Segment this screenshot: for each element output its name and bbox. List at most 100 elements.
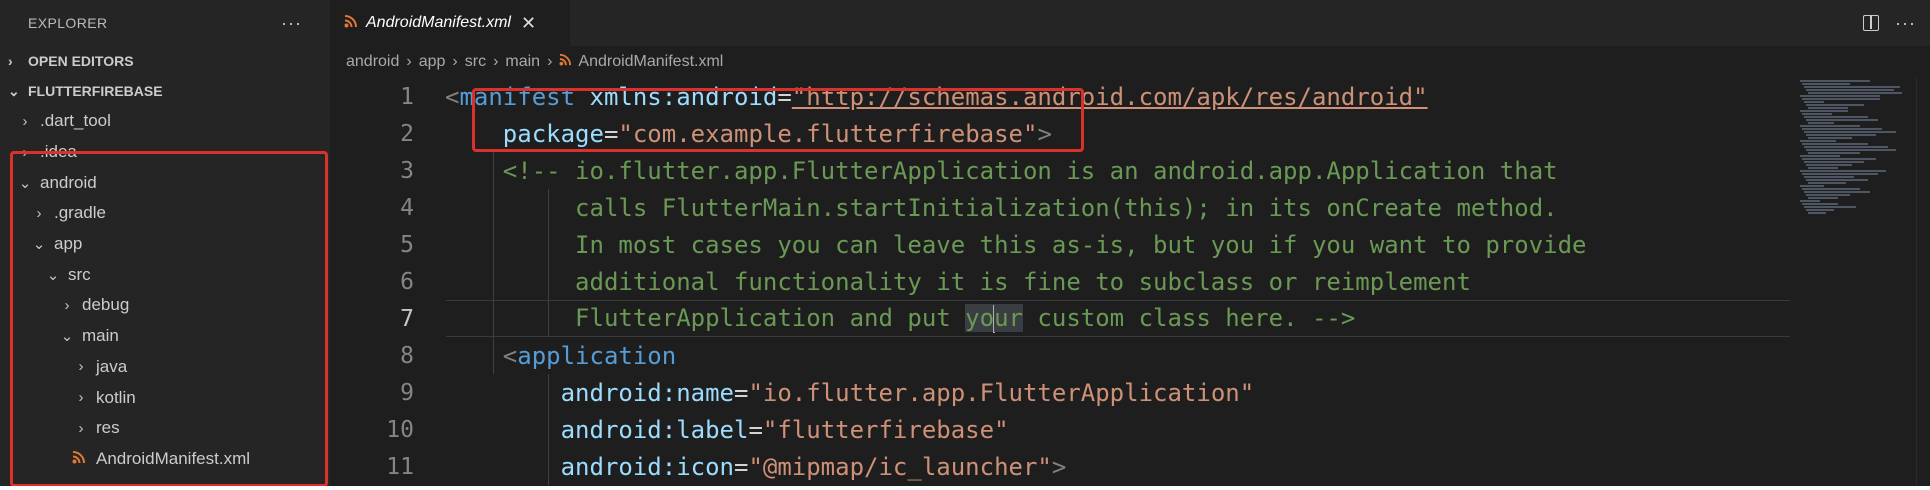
tree-item-dart-tool[interactable]: › .dart_tool <box>0 106 330 137</box>
minimap-line <box>1806 209 1834 211</box>
tree-item-label: .dart_tool <box>40 111 111 131</box>
minimap-line <box>1800 170 1886 172</box>
tree-item-androidmanifest-xml[interactable]: AndroidManifest.xml <box>0 444 330 475</box>
code-line[interactable]: 7 FlutterApplication and put your custom… <box>330 300 1790 337</box>
chevron-right-icon: › <box>36 204 42 222</box>
code-editor[interactable]: 1 <manifest xmlns:android="http://schemas… <box>330 78 1790 486</box>
minimap-line <box>1802 113 1832 115</box>
code-text: <!-- io.flutter.app.FlutterApplication i… <box>445 157 1558 185</box>
code-line[interactable]: 5 In most cases you can leave this as-is… <box>330 226 1790 263</box>
more-actions-icon[interactable]: ··· <box>1895 13 1916 34</box>
chevron-right-icon: › <box>8 53 13 69</box>
tree-item-android[interactable]: ⌄ android <box>0 167 330 198</box>
tree-item-java[interactable]: › java <box>0 352 330 383</box>
explorer-header: EXPLORER ··· <box>0 0 330 46</box>
minimap-line <box>1808 212 1826 214</box>
minimap-line <box>1800 95 1880 97</box>
minimap-line <box>1806 104 1864 106</box>
code-line[interactable]: 8 <application <box>330 337 1790 374</box>
code-text: android:label="flutterfirebase" <box>445 416 1009 444</box>
minimap-line <box>1802 83 1850 85</box>
tree-item-debug[interactable]: › debug <box>0 290 330 321</box>
tree-item-idea[interactable]: › .idea <box>0 137 330 168</box>
indent-guide <box>548 374 549 485</box>
tree-item-res[interactable]: › res <box>0 413 330 444</box>
line-number: 3 <box>400 157 414 184</box>
chevron-right-icon: › <box>547 53 553 70</box>
explorer-sidebar: EXPLORER ··· › OPEN EDITORS ⌄ FLUTTERFIREBA… <box>0 0 330 486</box>
explorer-more-icon[interactable]: ··· <box>281 13 302 34</box>
tree-item-label: .idea <box>40 142 77 162</box>
line-number: 10 <box>386 416 414 443</box>
section-label: FLUTTERFIREBASE <box>28 83 163 99</box>
code-token: = <box>748 415 763 444</box>
section-open-editors[interactable]: › OPEN EDITORS <box>0 46 330 76</box>
tree-item-kotlin[interactable]: › kotlin <box>0 382 330 413</box>
minimap-line <box>1802 203 1838 205</box>
breadcrumb-android[interactable]: android <box>346 53 399 71</box>
explorer-title: EXPLORER <box>28 15 108 31</box>
chevron-right-icon: › <box>406 53 412 70</box>
line-number: 4 <box>400 194 414 221</box>
line-number: 6 <box>400 268 414 295</box>
minimap-line <box>1800 155 1840 157</box>
minimap-line <box>1800 140 1836 142</box>
code-line[interactable]: 6 additional functionality it is fine to… <box>330 263 1790 300</box>
tree-item-src[interactable]: ⌄ src <box>0 259 330 290</box>
tree-item-main[interactable]: ⌄ main <box>0 321 330 352</box>
chevron-right-icon: › <box>78 389 84 407</box>
minimap-line <box>1802 128 1882 130</box>
code-token: android:label <box>560 415 749 444</box>
code-line[interactable]: 10 android:label="flutterfirebase" <box>330 411 1790 448</box>
minimap-line <box>1804 161 1864 163</box>
vertical-scrollbar[interactable] <box>1916 78 1930 486</box>
code-line[interactable]: 3 <!-- io.flutter.app.FlutterApplication… <box>330 152 1790 189</box>
section-label: OPEN EDITORS <box>28 53 134 69</box>
code-token: manifest <box>459 82 576 111</box>
minimap-line <box>1806 149 1896 151</box>
breadcrumb-file[interactable]: AndroidManifest.xml <box>578 53 723 71</box>
code-line[interactable]: 9 android:name="io.flutter.app.FlutterAp… <box>330 374 1790 411</box>
code-text: android:icon="@mipmap/ic_launcher"> <box>445 452 1067 481</box>
split-editor-icon[interactable] <box>1863 15 1880 31</box>
minimap-line <box>1804 176 1854 178</box>
minimap-line <box>1806 119 1878 121</box>
minimap-line <box>1808 167 1838 169</box>
code-token: "io.flutter.app.FlutterApplication" <box>748 378 1255 407</box>
code-token: "http://schemas.android.com/apk/res/andr… <box>791 82 1428 111</box>
minimap-line <box>1806 194 1850 196</box>
breadcrumb: android › app › src › main › AndroidMani… <box>330 46 1930 78</box>
tree-item-gradle[interactable]: › .gradle <box>0 198 330 229</box>
chevron-right-icon: › <box>78 358 84 376</box>
code-text: <application <box>445 342 676 370</box>
minimap-line <box>1808 137 1852 139</box>
breadcrumb-main[interactable]: main <box>505 53 540 71</box>
rss-icon <box>344 14 358 33</box>
code-line[interactable]: 4 calls FlutterMain.startInitialization(… <box>330 189 1790 226</box>
breadcrumb-src[interactable]: src <box>465 53 486 71</box>
close-icon[interactable]: ✕ <box>521 13 536 34</box>
tree-item-label: res <box>96 418 120 438</box>
chevron-down-icon: ⌄ <box>8 82 20 99</box>
code-line[interactable]: 1 <manifest xmlns:android="http://schemas… <box>330 78 1790 115</box>
code-text: additional functionality it is fine to s… <box>445 268 1471 296</box>
minimap-line <box>1804 86 1900 88</box>
tree-item-label: app <box>54 234 83 254</box>
breadcrumb-app[interactable]: app <box>419 53 446 71</box>
code-line[interactable]: 2 package="com.example.flutterfirebase"> <box>330 115 1790 152</box>
code-token: <!-- io.flutter.app.FlutterApplication i… <box>502 156 1558 185</box>
code-token: "@mipmap/ic_launcher" <box>748 452 1052 481</box>
tab-androidmanifest[interactable]: AndroidManifest.xml ✕ <box>330 0 570 46</box>
tree-item-app[interactable]: ⌄ app <box>0 229 330 260</box>
tab-label: AndroidManifest.xml <box>366 14 511 31</box>
minimap-line <box>1804 191 1870 193</box>
code-line[interactable]: 11 android:icon="@mipmap/ic_launcher"> <box>330 448 1790 485</box>
minimap[interactable] <box>1790 78 1916 486</box>
section-flutterfirebase[interactable]: ⌄ FLUTTERFIREBASE <box>0 76 330 106</box>
minimap-line <box>1808 182 1846 184</box>
chevron-down-icon: ⌄ <box>18 174 32 192</box>
